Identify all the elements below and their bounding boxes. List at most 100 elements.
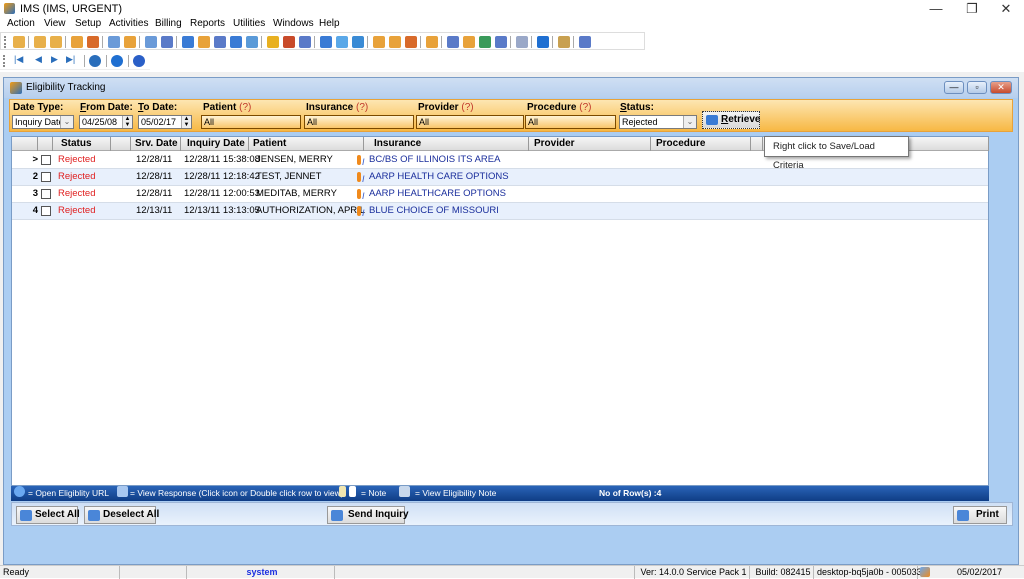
table-row[interactable]: 3 Rejected 12/28/11 12/28/11 12:00:53 MEDITA…: [12, 186, 988, 203]
send-icon[interactable]: [320, 36, 332, 48]
child-close-button[interactable]: ✕: [990, 81, 1012, 94]
next-record-icon[interactable]: ▶: [51, 54, 58, 65]
report-user-icon[interactable]: [426, 36, 438, 48]
menu-billing[interactable]: Billing: [155, 18, 182, 29]
document-icon[interactable]: [108, 36, 120, 48]
chevron-down-icon[interactable]: ⌄: [683, 116, 696, 128]
chevron-down-icon[interactable]: ⌄: [60, 116, 73, 128]
procedure-input[interactable]: All: [525, 115, 616, 129]
send-inquiry-button[interactable]: Send Inquiry: [327, 506, 409, 524]
patient-input[interactable]: All: [201, 115, 301, 129]
toolbar-grip[interactable]: [3, 55, 5, 67]
header-status[interactable]: Status: [53, 137, 111, 151]
swap-icon[interactable]: [479, 36, 491, 48]
previous-record-icon[interactable]: ◀: [35, 54, 42, 65]
transfer-icon[interactable]: [230, 36, 242, 48]
header-procedure[interactable]: Procedure: [651, 137, 751, 151]
finance-icon[interactable]: [246, 36, 258, 48]
grid-icon[interactable]: [267, 36, 279, 48]
calendar-icon[interactable]: [145, 36, 157, 48]
print-label: Print: [976, 509, 999, 520]
date-spinner[interactable]: ▲ ▼: [181, 116, 191, 128]
help-icon[interactable]: [111, 55, 123, 67]
restore-button[interactable]: ❐: [954, 0, 990, 17]
lab-flask-icon[interactable]: [124, 36, 136, 48]
last-record-icon[interactable]: ▶|: [66, 54, 75, 65]
person-icon[interactable]: [357, 155, 361, 165]
close-button[interactable]: ✕: [988, 0, 1024, 17]
date-spinner[interactable]: ▲ ▼: [122, 116, 132, 128]
row-checkbox[interactable]: [41, 189, 51, 199]
header-patient[interactable]: Patient: [249, 137, 364, 151]
toolbar-grip[interactable]: [4, 36, 6, 48]
menu-action[interactable]: Action: [7, 18, 35, 29]
menu-utilities[interactable]: Utilities: [233, 18, 265, 29]
exit-icon[interactable]: [579, 36, 591, 48]
menu-reports[interactable]: Reports: [190, 18, 225, 29]
close-circle-icon[interactable]: [133, 55, 145, 67]
date-type-select[interactable]: Inquiry Date ⌄: [12, 115, 74, 129]
child-maximize-button[interactable]: ▫: [967, 81, 987, 94]
from-date-input[interactable]: 04/25/08 ▲ ▼: [79, 115, 133, 129]
row-insurance[interactable]: AARP HEALTHCARE OPTIONS: [369, 186, 506, 202]
calendar-add-icon[interactable]: [373, 36, 385, 48]
retrieve-button[interactable]: Retrieve: [702, 111, 760, 129]
calculator-icon[interactable]: [516, 36, 528, 48]
deselect-all-button[interactable]: Deselect All: [84, 506, 159, 524]
minimize-button[interactable]: —: [918, 0, 954, 17]
billing-doc-icon[interactable]: [214, 36, 226, 48]
row-insurance[interactable]: AARP HEALTH CARE OPTIONS: [369, 169, 509, 185]
user-edit-icon[interactable]: [34, 36, 46, 48]
notes-icon[interactable]: [161, 36, 173, 48]
print-button[interactable]: Print: [953, 506, 1007, 524]
header-provider[interactable]: Provider: [529, 137, 651, 151]
header-inquiry-date[interactable]: Inquiry Date: [181, 137, 249, 151]
person-icon[interactable]: [357, 172, 361, 182]
edit-note-icon[interactable]: [87, 36, 99, 48]
status-select[interactable]: Rejected ⌄: [619, 115, 697, 129]
select-all-button[interactable]: Select All: [16, 506, 80, 524]
provider-input[interactable]: All: [416, 115, 524, 129]
batch-icon[interactable]: [463, 36, 475, 48]
row-checkbox[interactable]: [41, 172, 51, 182]
info-icon[interactable]: I: [362, 154, 365, 170]
user-check-icon[interactable]: [50, 36, 62, 48]
header-srv-date[interactable]: Srv. Date: [131, 137, 181, 151]
row-insurance[interactable]: BC/BS OF ILLINOIS ITS AREA: [369, 152, 500, 168]
user-icon[interactable]: [13, 36, 25, 48]
to-date-input[interactable]: 05/02/17 ▲ ▼: [138, 115, 192, 129]
row-checkbox[interactable]: [41, 155, 51, 165]
header-insurance[interactable]: Insurance: [364, 137, 529, 151]
menu-view[interactable]: View: [44, 18, 66, 29]
menu-windows[interactable]: Windows: [273, 18, 314, 29]
scheduler-icon[interactable]: [283, 36, 295, 48]
menu-activities[interactable]: Activities: [109, 18, 148, 29]
info-icon[interactable]: I: [362, 188, 365, 204]
child-minimize-button[interactable]: —: [944, 81, 964, 94]
help-icon[interactable]: [537, 36, 549, 48]
report-icon[interactable]: [447, 36, 459, 48]
chart-icon[interactable]: [299, 36, 311, 48]
clipboard-icon[interactable]: [389, 36, 401, 48]
row-checkbox[interactable]: [41, 206, 51, 216]
person-icon[interactable]: [357, 189, 361, 199]
dollar-icon[interactable]: [182, 36, 194, 48]
refresh-icon[interactable]: [89, 55, 101, 67]
lock-icon[interactable]: [558, 36, 570, 48]
refresh-cloud-icon[interactable]: [336, 36, 348, 48]
table-row[interactable]: 2 Rejected 12/28/11 12/28/11 12:18:42 TEST, …: [12, 169, 988, 186]
bar-chart-icon[interactable]: [405, 36, 417, 48]
menu-help[interactable]: Help: [319, 18, 340, 29]
table-row[interactable]: 4 Rejected 12/13/11 12/13/11 13:13:05 AUTHOR…: [12, 203, 988, 220]
folder-user-icon[interactable]: [71, 36, 83, 48]
insurance-input[interactable]: All: [304, 115, 414, 129]
person-icon[interactable]: [357, 206, 361, 216]
info-icon[interactable]: I: [362, 171, 365, 187]
row-insurance[interactable]: BLUE CHOICE OF MISSOURI: [369, 203, 499, 219]
menu-setup[interactable]: Setup: [75, 18, 101, 29]
first-record-icon[interactable]: |◀: [14, 54, 23, 65]
info-icon[interactable]: I: [362, 205, 365, 221]
edit-icon[interactable]: [495, 36, 507, 48]
payment-icon[interactable]: [198, 36, 210, 48]
sync-icon[interactable]: [352, 36, 364, 48]
